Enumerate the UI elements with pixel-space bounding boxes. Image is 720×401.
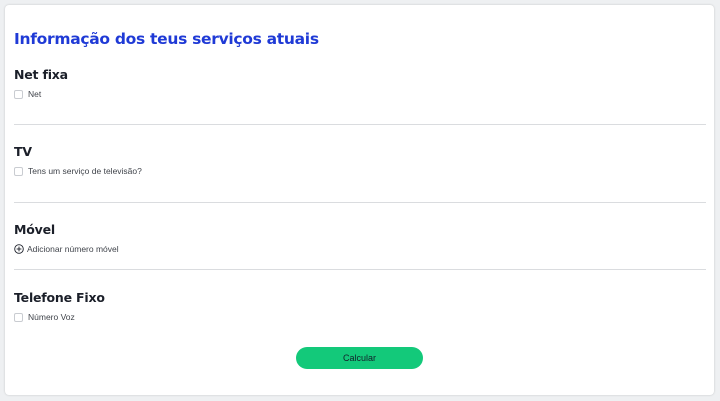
voice-number-label: Número Voz (28, 312, 75, 322)
page-title: Informação dos teus serviços atuais (14, 30, 319, 48)
net-option[interactable]: Net (14, 89, 41, 99)
net-checkbox[interactable] (14, 89, 23, 99)
add-mobile-number-label: Adicionar número móvel (27, 244, 119, 254)
tv-option[interactable]: Tens um serviço de televisão? (14, 166, 142, 176)
divider (14, 202, 706, 203)
plus-circle-icon (14, 244, 24, 254)
section-title-telefone-fixo: Telefone Fixo (14, 290, 105, 305)
services-card: Informação dos teus serviços atuais Net … (5, 5, 714, 395)
divider (14, 124, 706, 125)
divider (14, 269, 706, 270)
calculate-button[interactable]: Calcular (296, 347, 423, 369)
add-mobile-number-button[interactable]: Adicionar número móvel (14, 244, 119, 254)
tv-checkbox[interactable] (14, 166, 23, 176)
tv-label: Tens um serviço de televisão? (28, 166, 142, 176)
section-title-net-fixa: Net fixa (14, 67, 68, 82)
section-title-tv: TV (14, 144, 32, 159)
net-label: Net (28, 89, 42, 99)
voice-number-option[interactable]: Número Voz (14, 312, 75, 322)
section-title-movel: Móvel (14, 222, 55, 237)
voice-number-checkbox[interactable] (14, 312, 23, 322)
